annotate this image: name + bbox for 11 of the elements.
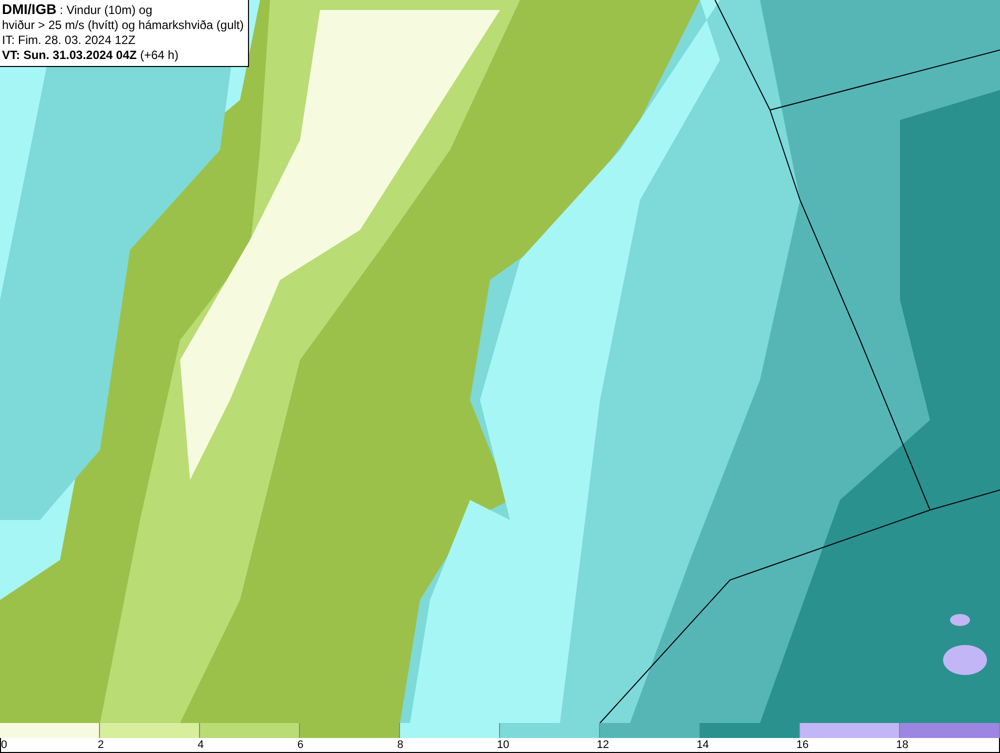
legend-label: 12 (596, 739, 610, 751)
legend-label: 2 (98, 739, 104, 751)
legend-label: 16 (796, 739, 809, 751)
legend-label: 10 (496, 739, 510, 751)
legend-label: 14 (696, 739, 709, 751)
legend-label: 8 (397, 739, 404, 751)
map-title: DMI/IGB : Vindur (10m) og hviður > 25 m/s (hvítt) og hámarkshviða (gult) IT: Fim. 28. 03. 2024 12Z VT: Sun. 31.03.2024 04Z (+64 h) (0, 0, 249, 67)
legend-label: 18 (896, 739, 908, 751)
legend-label: 4 (198, 739, 204, 751)
legend-label: 0 (1, 739, 8, 751)
legend-label: 6 (297, 739, 304, 751)
